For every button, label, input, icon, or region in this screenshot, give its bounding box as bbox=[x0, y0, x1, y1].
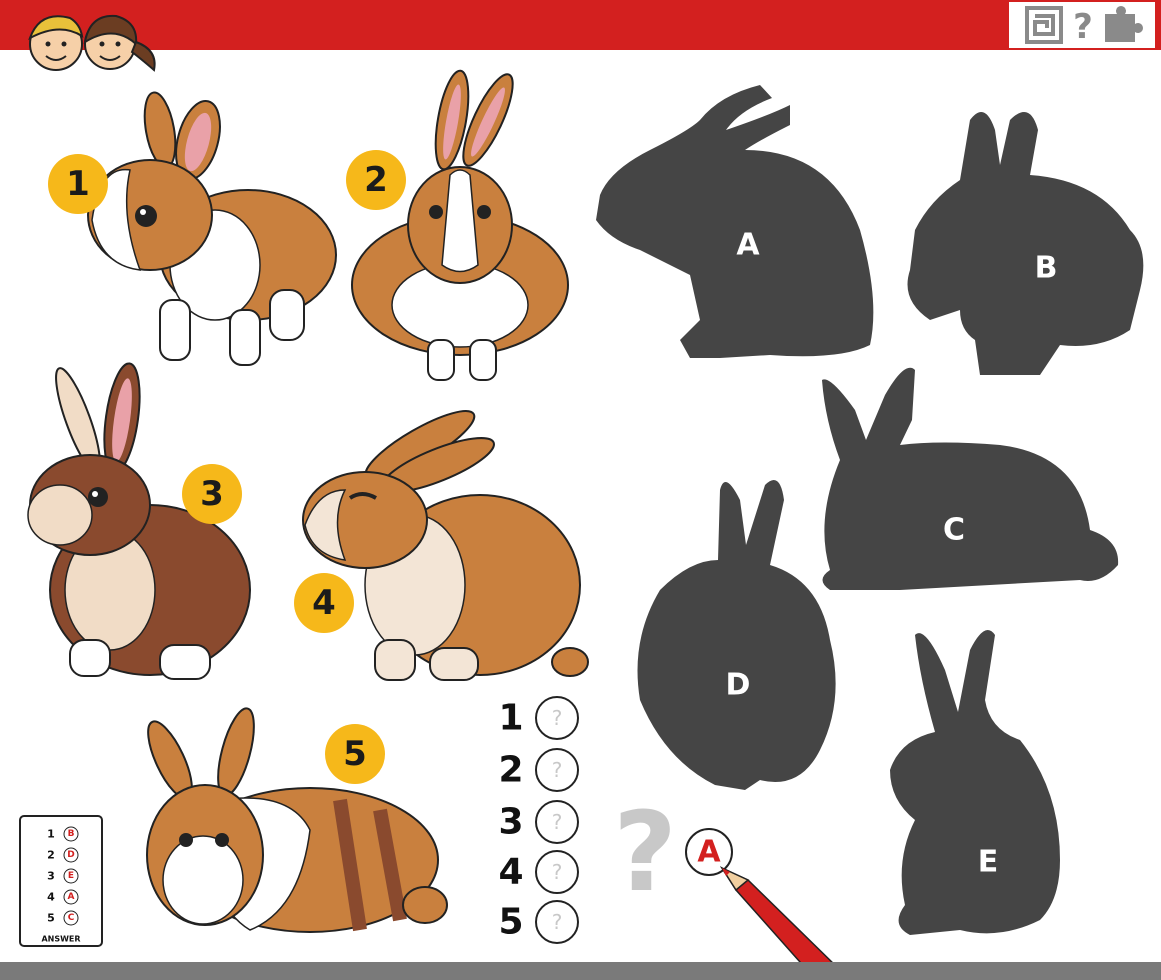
answer-row-2-number: 2 bbox=[498, 750, 523, 791]
answer-row-5: 5 ? bbox=[498, 900, 579, 944]
example-answer-circle: A bbox=[685, 828, 733, 876]
footer-bar bbox=[0, 962, 1161, 980]
shadow-e-letter: E bbox=[978, 845, 999, 880]
svg-text:?: ? bbox=[552, 810, 563, 834]
svg-text:C: C bbox=[68, 913, 75, 923]
rabbit-3-number: 3 bbox=[200, 474, 224, 514]
shadow-c[interactable]: C bbox=[822, 367, 1119, 590]
rabbit-1-badge: 1 bbox=[48, 154, 108, 214]
rabbit-3-badge: 3 bbox=[182, 464, 242, 524]
svg-text:3: 3 bbox=[47, 870, 55, 883]
example-hint: ? A bbox=[613, 788, 833, 962]
answer-row-4: 4 ? bbox=[498, 850, 579, 894]
answer-row-4-number: 4 bbox=[498, 852, 523, 893]
answer-key: 1 B 2 D 3 E 4 A 5 C ANSWER bbox=[19, 815, 103, 947]
answer-row-1: 1 ? bbox=[498, 696, 579, 740]
pencil-icon bbox=[719, 866, 833, 962]
rabbit-2-picture bbox=[351, 69, 569, 381]
svg-text:5: 5 bbox=[47, 912, 55, 925]
answer-key-label: ANSWER bbox=[41, 935, 80, 944]
svg-text:A: A bbox=[68, 892, 75, 902]
answer-row-3: 3 ? bbox=[498, 800, 579, 844]
rabbit-4-number: 4 bbox=[312, 583, 336, 623]
answer-row-2: 2 ? bbox=[498, 748, 579, 792]
svg-text:4: 4 bbox=[47, 891, 55, 904]
shadow-d[interactable]: D bbox=[637, 480, 836, 790]
answer-slot-3[interactable]: ? bbox=[535, 800, 579, 844]
answer-slot-2[interactable]: ? bbox=[535, 748, 579, 792]
svg-text:2: 2 bbox=[47, 849, 55, 862]
svg-text:?: ? bbox=[552, 758, 563, 782]
svg-text:D: D bbox=[67, 850, 74, 860]
svg-text:A: A bbox=[697, 835, 721, 870]
shadow-b[interactable]: B bbox=[907, 112, 1144, 375]
svg-text:B: B bbox=[68, 829, 75, 839]
svg-text:?: ? bbox=[552, 910, 563, 934]
rabbit-2-number: 2 bbox=[364, 160, 388, 200]
rabbit-1-number: 1 bbox=[66, 164, 90, 204]
answer-row-1-number: 1 bbox=[498, 698, 523, 739]
big-question-icon: ? bbox=[613, 788, 677, 916]
kids-logo bbox=[28, 14, 156, 72]
shadow-b-letter: B bbox=[1035, 251, 1058, 286]
rabbit-5-number: 5 bbox=[343, 734, 367, 774]
shadow-c-letter: C bbox=[943, 513, 965, 548]
svg-text:1: 1 bbox=[47, 828, 55, 841]
rabbit-4-badge: 4 bbox=[294, 573, 354, 633]
worksheet-art: 1 2 3 4 5 A B C D E 1 ? 2 ? 3 ? 4 ? 5 ? … bbox=[19, 14, 1144, 962]
shadow-a-letter: A bbox=[736, 228, 760, 263]
shadow-d-letter: D bbox=[726, 668, 751, 703]
rabbit-4-picture bbox=[302, 410, 589, 681]
shadow-a[interactable]: A bbox=[596, 85, 874, 358]
svg-text:?: ? bbox=[552, 706, 563, 730]
answer-row-3-number: 3 bbox=[498, 802, 523, 843]
rabbit-5-picture bbox=[146, 707, 448, 933]
rabbit-1-picture bbox=[87, 91, 337, 366]
answer-slot-1[interactable]: ? bbox=[535, 696, 579, 740]
answer-slot-4[interactable]: ? bbox=[535, 850, 579, 894]
rabbit-2-badge: 2 bbox=[346, 150, 406, 210]
shadow-e[interactable]: E bbox=[890, 630, 1060, 935]
rabbit-5-badge: 5 bbox=[325, 724, 385, 784]
answer-slot-5[interactable]: ? bbox=[535, 900, 579, 944]
svg-text:E: E bbox=[68, 871, 74, 881]
svg-text:?: ? bbox=[552, 860, 563, 884]
answer-row-5-number: 5 bbox=[498, 902, 523, 943]
